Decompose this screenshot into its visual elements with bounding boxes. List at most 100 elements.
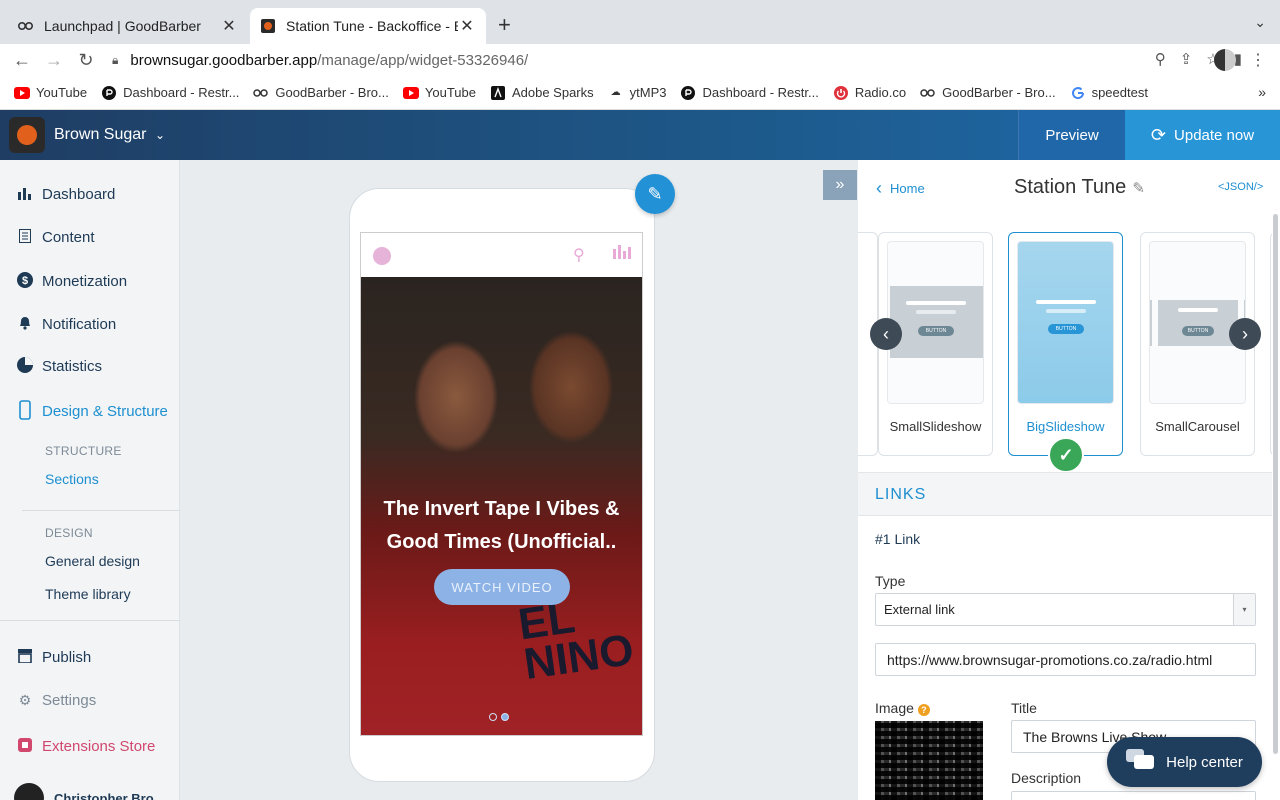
- sidebar-link-theme-library[interactable]: Theme library: [45, 586, 131, 602]
- chevron-down-icon[interactable]: ⌄: [1254, 14, 1266, 31]
- extension-icon: [16, 738, 34, 755]
- template-card-big-slideshow[interactable]: BUTTON BigSlideshow: [1008, 232, 1123, 456]
- bookmark-item[interactable]: Dashboard - Restr...: [680, 85, 819, 101]
- template-label: BigSlideshow: [1026, 419, 1105, 434]
- sidebar-link-sections[interactable]: Sections: [45, 471, 99, 487]
- browser-tab-bar: Launchpad | GoodBarber ✕ Station Tune - …: [0, 0, 1280, 44]
- bookmarks-bar: YouTube Dashboard - Restr... GoodBarber …: [0, 76, 1280, 110]
- sidebar-item-notification[interactable]: Notification: [16, 315, 116, 333]
- sidebar-item-publish[interactable]: Publish: [16, 649, 91, 666]
- google-icon: [1070, 85, 1086, 101]
- goodbarber-icon: [920, 85, 936, 101]
- help-question-icon[interactable]: ?: [917, 704, 930, 716]
- description-label: Description: [1011, 770, 1082, 786]
- goodbarber-icon: [18, 18, 34, 34]
- type-label: Type: [875, 573, 906, 589]
- profile-avatar[interactable]: [1214, 49, 1236, 71]
- new-tab-icon[interactable]: +: [498, 12, 511, 38]
- url-field[interactable]: 🔒︎ brownsugar.goodbarber.app/manage/app/…: [112, 44, 1172, 76]
- gear-icon: ⚙: [18, 692, 32, 708]
- link-description-input[interactable]: [1011, 791, 1256, 800]
- bookmark-item[interactable]: Radio.co: [833, 85, 906, 101]
- sidebar-link-general-design[interactable]: General design: [45, 553, 140, 569]
- update-now-label: Update now: [1174, 126, 1255, 144]
- browser-tab-launchpad[interactable]: Launchpad | GoodBarber ✕: [8, 8, 248, 44]
- document-icon: [16, 229, 34, 246]
- app-switcher[interactable]: Brown Sugar ⌄: [54, 126, 165, 144]
- json-link[interactable]: <JSON/>: [1218, 181, 1263, 193]
- restream-icon: [101, 85, 117, 101]
- structure-heading: STRUCTURE: [45, 444, 122, 458]
- edit-pencil-button[interactable]: ✎: [635, 174, 675, 214]
- more-bookmarks-icon[interactable]: »: [1258, 84, 1266, 100]
- divider: [0, 620, 180, 621]
- link-type-select[interactable]: External link ▾: [875, 593, 1256, 626]
- equalizer-icon[interactable]: [613, 245, 631, 262]
- bookmark-item[interactable]: YouTube: [402, 85, 476, 101]
- user-profile[interactable]: Christopher Bro...: [14, 783, 165, 800]
- bookmark-item[interactable]: GoodBarber - Bro...: [253, 85, 389, 101]
- youtube-icon: [14, 85, 30, 101]
- sidebar-item-settings[interactable]: ⚙ Settings: [16, 692, 96, 709]
- forward-arrow-icon[interactable]: →: [38, 50, 70, 71]
- sidebar-item-monetization[interactable]: $ Monetization: [16, 272, 127, 291]
- reload-icon[interactable]: ↻: [70, 50, 102, 71]
- carousel-prev-button[interactable]: ‹: [870, 318, 902, 350]
- url-host: brownsugar.goodbarber.app: [130, 51, 318, 69]
- watch-video-button[interactable]: WATCH VIDEO: [434, 569, 570, 605]
- template-label: SmallSlideshow: [889, 419, 982, 434]
- pie-chart-icon: [16, 357, 34, 376]
- update-now-button[interactable]: ⟳ Update now: [1125, 110, 1280, 160]
- browser-menu-icon[interactable]: ⋮: [1250, 50, 1266, 70]
- link-number: #1 Link: [875, 531, 921, 547]
- chevron-left-icon: ‹: [876, 178, 882, 198]
- template-thumbnail: BUTTON: [1149, 241, 1246, 404]
- bookmark-item[interactable]: Adobe Sparks: [490, 85, 594, 101]
- tab-title: Station Tune - Backoffice - Bro: [286, 18, 458, 34]
- radio-icon: [833, 85, 849, 101]
- scrollbar[interactable]: [1273, 214, 1278, 754]
- browser-tab-station-tune[interactable]: Station Tune - Backoffice - Bro ✕: [250, 8, 486, 44]
- links-section-header: LINKS: [858, 472, 1272, 516]
- pencil-icon[interactable]: ✎: [1132, 179, 1145, 197]
- bookmark-item[interactable]: speedtest: [1070, 85, 1148, 101]
- share-icon[interactable]: ⇪: [1180, 50, 1193, 68]
- phone-navbar: ⚲: [361, 233, 642, 277]
- bookmark-item[interactable]: Dashboard - Restr...: [101, 85, 239, 101]
- zoom-icon[interactable]: ⚲: [1155, 50, 1166, 68]
- dropdown-arrow-icon: ▾: [1233, 594, 1255, 625]
- bookmark-item[interactable]: ☁ ytMP3: [608, 85, 667, 101]
- close-tab-icon[interactable]: ✕: [220, 16, 238, 36]
- preview-button[interactable]: Preview: [1018, 110, 1125, 160]
- brown-sugar-favicon-icon: [260, 18, 276, 34]
- sidebar-item-content[interactable]: Content: [16, 229, 95, 246]
- close-tab-icon[interactable]: ✕: [458, 16, 476, 36]
- sidebar-item-dashboard[interactable]: Dashboard: [16, 186, 115, 203]
- sidebar-item-statistics[interactable]: Statistics: [16, 357, 102, 376]
- link-image-thumbnail[interactable]: [875, 721, 983, 800]
- slide-pagination-dots[interactable]: [489, 713, 509, 721]
- menu-icon[interactable]: [373, 247, 391, 265]
- phone-screen: ⚲ EL NINO The Invert Tape I Vibes & Good…: [360, 232, 643, 736]
- carousel-next-button[interactable]: ›: [1229, 318, 1261, 350]
- back-arrow-icon[interactable]: ←: [6, 50, 38, 71]
- search-icon[interactable]: ⚲: [573, 245, 585, 265]
- sidebar-item-design-structure[interactable]: Design & Structure: [16, 400, 168, 423]
- link-url-input[interactable]: https://www.brownsugar-promotions.co.za/…: [875, 643, 1256, 676]
- chevron-down-icon: ⌄: [154, 128, 166, 142]
- sidebar-item-extensions-store[interactable]: Extensions Store: [16, 738, 155, 755]
- template-card-partial[interactable]: [1270, 232, 1272, 456]
- slide-background-photo: EL NINO The Invert Tape I Vibes & Good T…: [361, 277, 642, 735]
- cloud-download-icon: ☁: [610, 87, 621, 98]
- user-name: Christopher Bro...: [54, 790, 165, 800]
- back-home-link[interactable]: ‹ Home: [876, 178, 925, 199]
- store-icon: [16, 649, 34, 666]
- help-center-button[interactable]: Help center: [1107, 737, 1262, 787]
- svg-text:$: $: [22, 275, 28, 287]
- slide-title: The Invert Tape I Vibes & Good Times (Un…: [383, 498, 620, 553]
- collapse-panel-button[interactable]: »: [823, 170, 857, 200]
- bookmark-item[interactable]: YouTube: [14, 85, 87, 101]
- dollar-icon: $: [16, 272, 34, 291]
- url-path: /manage/app/widget-53326946/: [317, 51, 529, 69]
- bookmark-item[interactable]: GoodBarber - Bro...: [920, 85, 1056, 101]
